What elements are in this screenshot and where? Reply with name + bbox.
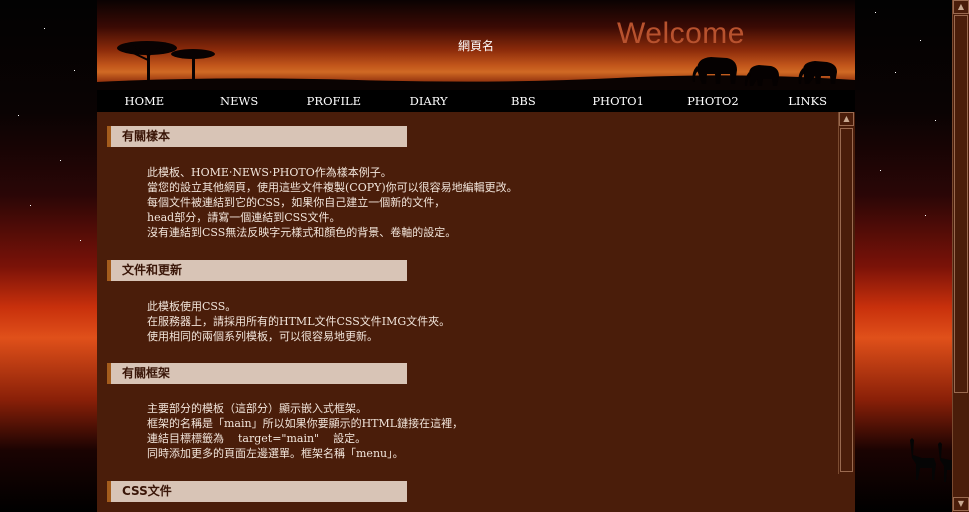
section-heading: 文件和更新 [107,260,407,281]
header-banner: 網頁名 Welcome [97,0,855,90]
window-scroll-thumb[interactable] [954,15,968,393]
text-line: head部分，請寫一個連結到CSS文件。 [147,211,341,224]
section-body: 主要部分的模板（這部分）顯示嵌入式框架。 框架的名稱是「main」所以如果你要顯… [147,401,463,461]
section-title: 文件和更新 [122,263,183,277]
welcome-text: Welcome [617,17,745,50]
text-line: 當您的設立其他網頁，使用這些文件複製(COPY)你可以很容易地編輯更改。 [147,181,518,194]
nav-photo1[interactable]: PHOTO1 [571,90,666,112]
scroll-thumb[interactable] [840,128,853,472]
section-body: 此模板、HOME‧NEWS‧PHOTO作為樣本例子。 當您的設立其他網頁，使用這… [147,165,518,240]
section-heading: 有關框架 [107,363,407,384]
text-line: 同時添加更多的頁面左邊選單。框架名稱「menu」。 [147,447,404,460]
text-line: 連結目標標籤為 target="main" 設定。 [147,432,367,445]
left-sunset-backdrop [0,0,97,512]
window-scroll-up-button[interactable]: ▲ [953,0,969,14]
text-line: 沒有連結到CSS無法反映字元樣式和顏色的背景、卷軸的設定。 [147,226,457,239]
section-title: CSS文件 [122,484,172,498]
nav-profile[interactable]: PROFILE [287,90,382,112]
frame-scrollbar[interactable]: ▲ [838,112,854,474]
nav-diary[interactable]: DIARY [381,90,476,112]
text-line: 框架的名稱是「main」所以如果你要顯示的HTML鏈接在這裡， [147,417,464,430]
section-heading: 有關樣本 [107,126,407,147]
nav-news[interactable]: NEWS [192,90,287,112]
text-line: 此模板、HOME‧NEWS‧PHOTO作為樣本例子。 [147,166,392,179]
nav-photo2[interactable]: PHOTO2 [666,90,761,112]
text-line: 主要部分的模板（這部分）顯示嵌入式框架。 [147,402,367,415]
main-frame: 有關樣本 此模板、HOME‧NEWS‧PHOTO作為樣本例子。 當您的設立其他網… [97,112,855,512]
text-line: 使用相同的兩個系列模板，可以很容易地更新。 [147,330,378,343]
page-container: 網頁名 Welcome HOME NEWS PROFILE DIARY BBS … [97,0,855,512]
section-title: 有關框架 [122,366,171,380]
window-scroll-down-button[interactable]: ▼ [953,497,969,511]
top-navigation: HOME NEWS PROFILE DIARY BBS PHOTO1 PHOTO… [97,90,855,112]
section-title: 有關樣本 [122,129,171,143]
giraffe-icon [910,438,958,482]
nav-bbs[interactable]: BBS [476,90,571,112]
nav-links[interactable]: LINKS [760,90,855,112]
scroll-up-button[interactable]: ▲ [839,112,854,126]
text-line: 此模板使用CSS。 [147,300,237,313]
nav-home[interactable]: HOME [97,90,192,112]
section-body: 此模板使用CSS。 在服務器上，請採用所有的HTML文件CSS文件IMG文件夾。… [147,299,450,344]
text-line: 在服務器上，請採用所有的HTML文件CSS文件IMG文件夾。 [147,315,451,328]
window-scrollbar[interactable]: ▲ ▼ [952,0,969,512]
section-heading: CSS文件 [107,481,407,502]
text-line: 每個文件被連結到它的CSS，如果你自己建立一個新的文件， [147,196,446,209]
